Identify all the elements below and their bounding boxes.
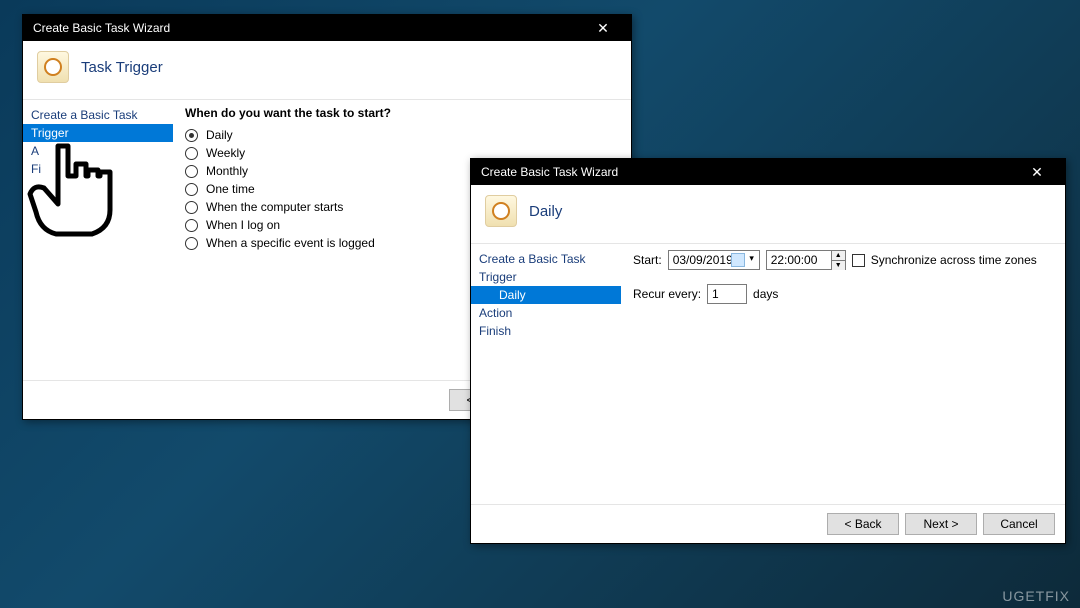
radio-icon xyxy=(185,237,198,250)
titlebar[interactable]: Create Basic Task Wizard ✕ xyxy=(23,15,631,41)
header-row: Daily xyxy=(471,185,1065,243)
step-create[interactable]: Create a Basic Task xyxy=(471,250,621,268)
wizard-steps: Create a Basic Task Trigger Daily Action… xyxy=(471,244,621,504)
body: Create a Basic Task Trigger Daily Action… xyxy=(471,243,1065,504)
step-trigger[interactable]: Trigger xyxy=(471,268,621,286)
recur-unit: days xyxy=(753,287,778,301)
back-button[interactable]: < Back xyxy=(827,513,899,535)
titlebar[interactable]: Create Basic Task Wizard ✕ xyxy=(471,159,1065,185)
radio-icon xyxy=(185,183,198,196)
chevron-down-icon[interactable]: ▾ xyxy=(747,253,757,267)
recur-label: Recur every: xyxy=(633,287,701,301)
recur-row: Recur every: 1 days xyxy=(633,284,1053,304)
step-daily[interactable]: Daily xyxy=(471,286,621,304)
radio-icon xyxy=(185,129,198,142)
next-button[interactable]: Next > xyxy=(905,513,977,535)
radio-label: When I log on xyxy=(206,218,280,232)
step-finish[interactable]: Finish xyxy=(471,322,621,340)
radio-icon xyxy=(185,147,198,160)
start-label: Start: xyxy=(633,253,662,267)
spin-down-icon: ▼ xyxy=(831,261,845,270)
wizard-window-daily: Create Basic Task Wizard ✕ Daily Create … xyxy=(470,158,1066,544)
radio-label: When the computer starts xyxy=(206,200,343,214)
footer: < Back Next > Cancel xyxy=(471,504,1065,543)
recur-value: 1 xyxy=(712,287,719,301)
recur-input[interactable]: 1 xyxy=(707,284,747,304)
spin-up-icon: ▲ xyxy=(831,251,845,261)
start-date-input[interactable]: 03/09/2019 ▾ xyxy=(668,250,760,270)
question-label: When do you want the task to start? xyxy=(185,106,619,120)
time-spinner[interactable]: ▲▼ xyxy=(831,251,845,269)
window-title: Create Basic Task Wizard xyxy=(33,21,170,35)
wizard-icon xyxy=(37,51,69,83)
watermark: UGETFIX xyxy=(1002,588,1070,604)
time-value: 22:00:00 xyxy=(771,253,818,267)
hand-cursor-icon xyxy=(24,140,114,250)
step-create[interactable]: Create a Basic Task xyxy=(23,106,173,124)
page-title: Daily xyxy=(529,203,562,220)
radio-daily[interactable]: Daily xyxy=(185,128,619,142)
radio-icon xyxy=(185,219,198,232)
radio-label: Daily xyxy=(206,128,233,142)
radio-label: Weekly xyxy=(206,146,245,160)
radio-label: One time xyxy=(206,182,255,196)
calendar-icon[interactable] xyxy=(731,253,745,267)
wizard-icon xyxy=(485,195,517,227)
close-icon[interactable]: ✕ xyxy=(583,20,623,37)
cancel-button[interactable]: Cancel xyxy=(983,513,1055,535)
radio-label: When a specific event is logged xyxy=(206,236,375,250)
start-row: Start: 03/09/2019 ▾ 22:00:00 ▲▼ Synchron… xyxy=(633,250,1053,270)
radio-label: Monthly xyxy=(206,164,248,178)
timezone-label: Synchronize across time zones xyxy=(871,253,1037,267)
radio-icon xyxy=(185,165,198,178)
content-pane: Start: 03/09/2019 ▾ 22:00:00 ▲▼ Synchron… xyxy=(621,244,1065,504)
header-row: Task Trigger xyxy=(23,41,631,99)
start-time-input[interactable]: 22:00:00 ▲▼ xyxy=(766,250,846,270)
timezone-checkbox[interactable] xyxy=(852,254,865,267)
date-value: 03/09/2019 xyxy=(673,253,733,267)
step-action[interactable]: Action xyxy=(471,304,621,322)
radio-icon xyxy=(185,201,198,214)
window-title: Create Basic Task Wizard xyxy=(481,165,618,179)
page-title: Task Trigger xyxy=(81,59,163,76)
close-icon[interactable]: ✕ xyxy=(1017,164,1057,181)
